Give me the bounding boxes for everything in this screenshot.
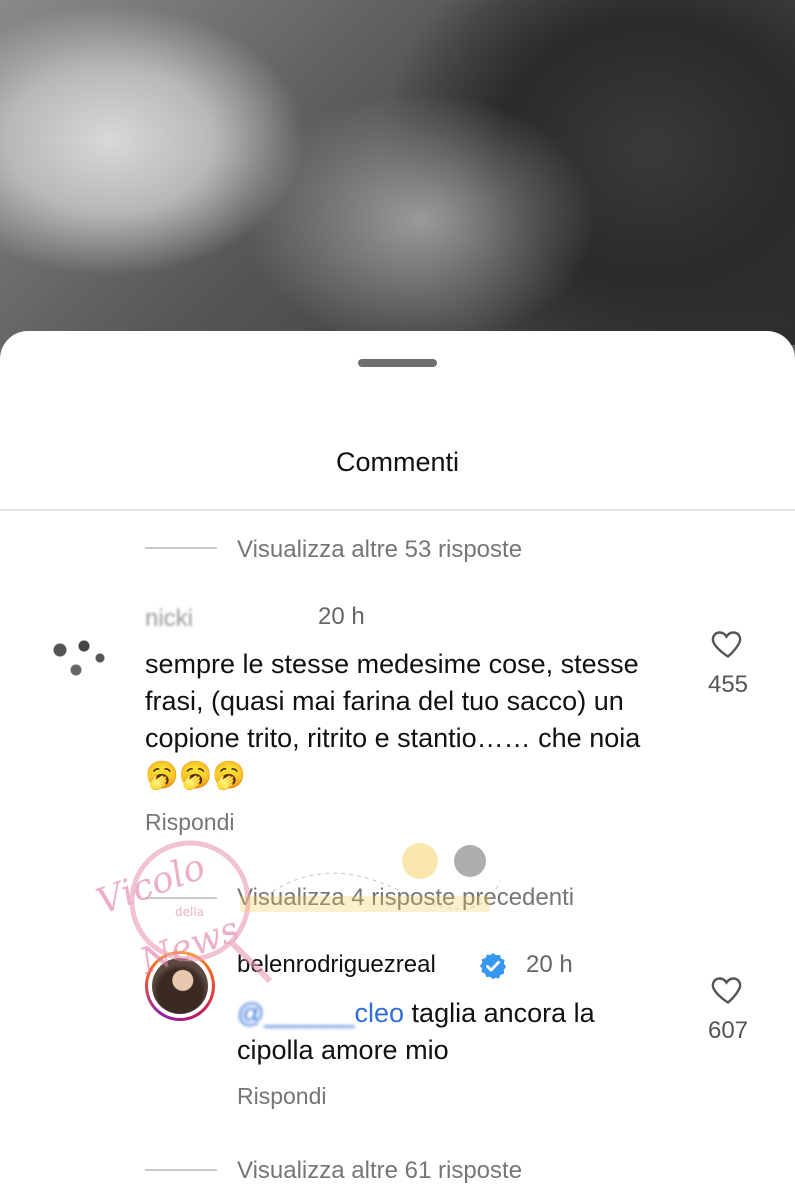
comment-timestamp: 20 h: [526, 951, 573, 978]
comment-body: sempre le stesse medesime cose, stesse f…: [145, 649, 641, 753]
heart-icon[interactable]: [710, 971, 746, 1007]
thread-line: [145, 897, 217, 899]
avatar[interactable]: [145, 951, 215, 1021]
verified-badge-icon: [479, 952, 507, 980]
post-image: [0, 0, 795, 345]
like-count: 455: [707, 671, 749, 698]
thread-line: [145, 1169, 217, 1171]
comment-username[interactable]: nicki: [145, 605, 193, 633]
avatar-photo: [152, 958, 208, 1014]
like-count: 607: [707, 1017, 749, 1044]
mention-link[interactable]: cleo: [355, 998, 405, 1028]
reply-button[interactable]: Rispondi: [237, 1083, 327, 1110]
mention-hidden[interactable]: @______: [237, 998, 355, 1028]
drag-handle[interactable]: [358, 359, 437, 367]
sheet-title: Commenti: [335, 447, 460, 477]
reply-button[interactable]: Rispondi: [145, 809, 235, 836]
view-more-replies-bottom[interactable]: Visualizza altre 61 risposte: [237, 1157, 522, 1185]
comment-text: sempre le stesse medesime cose, stesse f…: [145, 646, 665, 794]
view-previous-replies[interactable]: Visualizza 4 risposte precedenti: [237, 884, 574, 912]
comment-timestamp: 20 h: [318, 603, 365, 630]
avatar-ring-gap: [148, 954, 212, 1018]
thread-line: [145, 547, 217, 549]
comments-sheet: Commenti Visualizza altre 53 risposte ni…: [0, 331, 795, 1200]
view-more-replies-top[interactable]: Visualizza altre 53 risposte: [237, 536, 522, 564]
yawning-emoji: 🥱🥱🥱: [145, 760, 246, 790]
heart-icon[interactable]: [710, 625, 746, 661]
header-divider: [0, 509, 795, 511]
comment-text: @______cleo taglia ancora la cipolla amo…: [237, 995, 677, 1069]
comment-username[interactable]: belenrodriguezreal: [237, 951, 436, 979]
watermark-word: della: [175, 905, 204, 919]
avatar[interactable]: [36, 614, 116, 694]
watermark-word: Vicolo: [91, 846, 210, 923]
